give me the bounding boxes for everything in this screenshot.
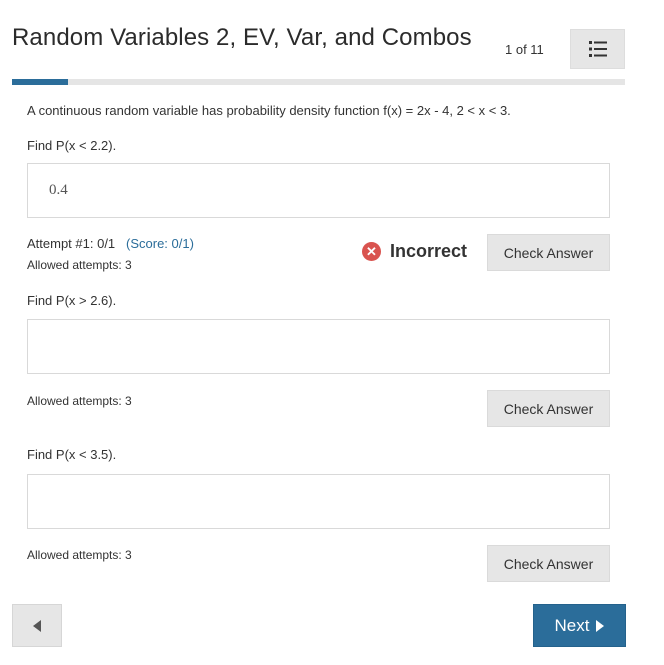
part-1-check-answer-button[interactable]: Check Answer [487,234,610,271]
part-1-allowed-attempts: Allowed attempts: 3 [27,258,132,272]
feedback-label: Incorrect [390,241,468,261]
previous-button[interactable] [12,604,62,647]
part-3-check-answer-button[interactable]: Check Answer [487,545,610,582]
attempt-text: Attempt #1: 0/1 [27,236,116,251]
question-list-button[interactable] [570,29,625,69]
part-1-prompt: Find P(x < 2.2). [27,138,117,153]
progress-bar-fill [12,79,68,85]
part-3-allowed-attempts: Allowed attempts: 3 [27,548,132,562]
triangle-right-icon [596,619,605,632]
part-2-answer-field[interactable] [27,319,610,374]
next-button[interactable]: Next [533,604,626,647]
score-text: (Score: 0/1) [126,236,194,251]
next-label: Next [554,615,590,635]
progress-bar [12,79,625,85]
part-3-answer-field[interactable] [27,474,610,529]
list-icon [588,41,607,57]
part-1-attempt-info: Attempt #1: 0/1 (Score: 0/1) [27,236,194,251]
part-3-prompt: Find P(x < 3.5). [27,447,117,462]
close-circle-icon: ✕ [362,242,381,261]
part-2-prompt: Find P(x > 2.6). [27,293,117,308]
part-2-allowed-attempts: Allowed attempts: 3 [27,394,132,408]
part-2-check-answer-button[interactable]: Check Answer [487,390,610,427]
part-1-answer-field[interactable]: 0.4 [27,163,610,218]
page-title: Random Variables 2, EV, Var, and Combos [12,24,472,51]
problem-statement: A continuous random variable has probabi… [27,103,511,118]
triangle-left-icon [33,619,41,632]
part-1-answer-value: 0.4 [49,182,68,198]
question-counter: 1 of 11 [505,42,544,57]
incorrect-feedback: ✕ Incorrect [362,241,467,262]
